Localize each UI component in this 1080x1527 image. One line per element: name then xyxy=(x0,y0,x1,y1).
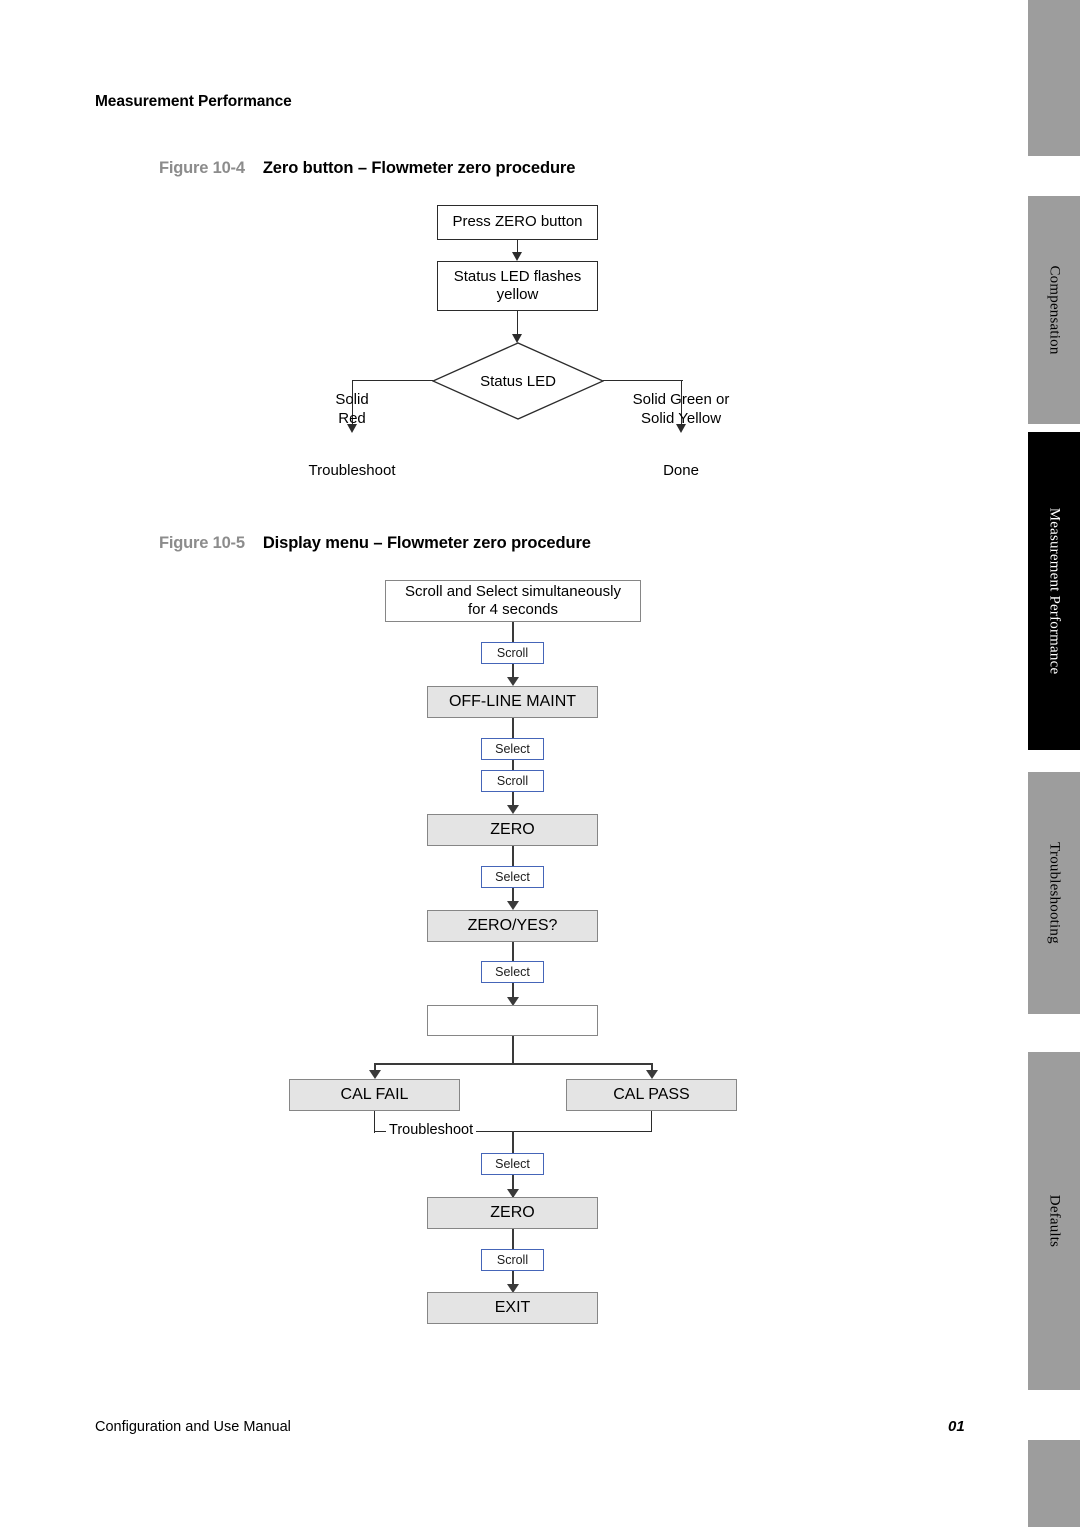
arrow-down-icon xyxy=(507,901,519,910)
node-decision-status-led: Status LED xyxy=(432,342,604,420)
branch-label-solid-red: Solid Red xyxy=(335,391,369,427)
node-press-zero-button: Press ZERO button xyxy=(437,205,598,240)
connector-line xyxy=(603,380,683,382)
key-badge-scroll-2[interactable]: Scroll xyxy=(481,770,544,792)
figure-title: Display menu – Flowmeter zero procedure xyxy=(262,534,591,552)
node-zero-1: ZERO xyxy=(427,814,598,846)
node-zero-yes: ZERO/YES? xyxy=(427,910,598,942)
arrow-down-icon xyxy=(507,677,519,686)
node-status-led-flashes: Status LED flashes yellow xyxy=(437,261,598,311)
thumb-tab-label: Measurement Performance xyxy=(1046,507,1063,675)
node-start-scroll-select: Scroll and Select simultaneously for 4 s… xyxy=(385,580,641,622)
arrow-down-icon xyxy=(507,805,519,814)
node-off-line-maint: OFF-LINE MAINT xyxy=(427,686,598,718)
outcome-done: Done xyxy=(663,462,699,479)
outcome-troubleshoot: Troubleshoot xyxy=(308,462,396,479)
thumb-tab-0[interactable] xyxy=(1028,0,1080,156)
footer-manual-title: Configuration and Use Manual xyxy=(95,1419,291,1435)
node-cal-fail: CAL FAIL xyxy=(289,1079,460,1111)
key-badge-select-3[interactable]: Select xyxy=(481,961,544,983)
key-badge-select-2[interactable]: Select xyxy=(481,866,544,888)
arrow-down-icon xyxy=(512,252,522,261)
figure-10-4-caption: Figure 10-4 Zero button – Flowmeter zero … xyxy=(159,159,575,178)
node-exit: EXIT xyxy=(427,1292,598,1324)
branch-label-solid-green-yellow: Solid Green or Solid Yellow xyxy=(632,391,730,427)
figure-number: Figure 10-5 xyxy=(159,534,245,552)
connector-line xyxy=(352,380,433,382)
node-cal-pass: CAL PASS xyxy=(566,1079,737,1111)
thumb-index-rail: Compensation Measurement Performance Tro… xyxy=(1028,0,1080,1527)
thumb-tab-troubleshooting[interactable]: Troubleshooting xyxy=(1028,772,1080,1014)
footer-page-number: 01 xyxy=(948,1418,965,1435)
thumb-tab-defaults[interactable]: Defaults xyxy=(1028,1052,1080,1390)
label-troubleshoot: Troubleshoot xyxy=(386,1122,477,1138)
key-badge-scroll-3[interactable]: Scroll xyxy=(481,1249,544,1271)
connector-line xyxy=(374,1063,652,1065)
key-badge-select-4[interactable]: Select xyxy=(481,1153,544,1175)
figure-number: Figure 10-4 xyxy=(159,159,245,177)
thumb-tab-label: Compensation xyxy=(1046,265,1063,355)
thumb-tab-label: Defaults xyxy=(1046,1194,1063,1248)
thumb-tab-label: Troubleshooting xyxy=(1046,842,1063,944)
key-badge-scroll-1[interactable]: Scroll xyxy=(481,642,544,664)
connector-line xyxy=(374,1111,376,1133)
figure-title: Zero button – Flowmeter zero procedure xyxy=(262,159,576,177)
connector-line xyxy=(651,1111,653,1132)
node-blank-display xyxy=(427,1005,598,1036)
thumb-tab-compensation[interactable]: Compensation xyxy=(1028,196,1080,424)
connector-line xyxy=(512,1036,514,1064)
connector-line xyxy=(512,718,514,812)
decision-label: Status LED xyxy=(480,372,556,390)
document-page: Compensation Measurement Performance Tro… xyxy=(0,0,1080,1527)
arrow-down-icon xyxy=(646,1070,658,1079)
thumb-tab-measurement-performance[interactable]: Measurement Performance xyxy=(1028,432,1080,750)
node-zero-2: ZERO xyxy=(427,1197,598,1229)
key-badge-select-1[interactable]: Select xyxy=(481,738,544,760)
figure-10-5-caption: Figure 10-5 Display menu – Flowmeter zero… xyxy=(159,534,591,553)
thumb-tab-5[interactable] xyxy=(1028,1440,1080,1527)
running-head: Measurement Performance xyxy=(95,93,292,110)
arrow-down-icon xyxy=(369,1070,381,1079)
